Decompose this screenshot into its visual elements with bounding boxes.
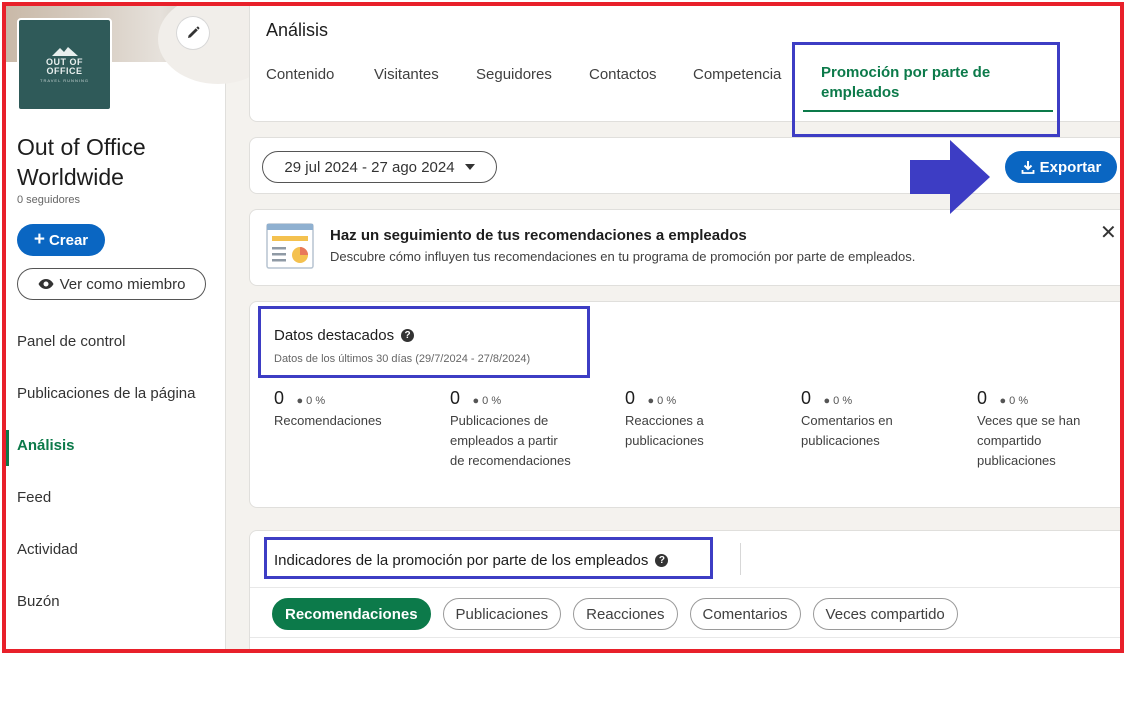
tab-employee-advocacy[interactable]: Promoción por parte de empleados xyxy=(821,63,1021,103)
pill-recommendations[interactable]: Recomendaciones xyxy=(272,598,431,630)
close-icon[interactable]: ✕ xyxy=(1100,223,1117,243)
help-icon[interactable]: ? xyxy=(655,554,669,567)
active-nav-indicator xyxy=(6,430,9,466)
sidebar-item-feed[interactable]: Feed xyxy=(17,489,51,506)
page: OUT OF OFFICE TRAVEL RUNNING Out of Offi… xyxy=(6,6,1120,649)
tab-content[interactable]: Contenido xyxy=(266,66,334,83)
pencil-icon xyxy=(188,26,200,38)
tab-competition[interactable]: Competencia xyxy=(693,66,781,83)
divider xyxy=(740,543,741,575)
pill-shares[interactable]: Veces compartido xyxy=(812,598,958,630)
eye-icon xyxy=(38,279,54,289)
sidebar: OUT OF OFFICE TRAVEL RUNNING Out of Offi… xyxy=(6,6,278,649)
active-tab-underline xyxy=(803,110,1053,112)
pill-reactions[interactable]: Reacciones xyxy=(573,598,678,630)
company-name: Out of Office Worldwide xyxy=(17,134,146,190)
metric-employee-posts: 0 ● 0 % Publicaciones de empleados a par… xyxy=(450,388,571,468)
help-icon[interactable]: ? xyxy=(401,329,415,342)
banner-description: Descubre cómo influyen tus recomendacion… xyxy=(330,249,916,264)
analytics-header: Análisis Contenido Visitantes Seguidores… xyxy=(249,6,1120,122)
divider xyxy=(250,637,1120,638)
view-as-member-button[interactable]: Ver como miembro xyxy=(17,268,206,300)
export-button[interactable]: Exportar xyxy=(1005,151,1117,183)
sidebar-item-dashboard[interactable]: Panel de control xyxy=(17,333,125,350)
followers-count: 0 seguidores xyxy=(17,194,80,206)
sidebar-item-analytics[interactable]: Análisis xyxy=(17,437,75,454)
highlights-card: Datos destacados ? Datos de los últimos … xyxy=(249,301,1120,508)
divider xyxy=(250,587,1120,588)
highlights-subtitle: Datos de los últimos 30 días (29/7/2024 … xyxy=(274,353,531,365)
tab-followers[interactable]: Seguidores xyxy=(476,66,552,83)
metric-recommendations: 0 ● 0 % Recomendaciones xyxy=(274,388,382,428)
plus-icon: + xyxy=(33,229,45,250)
analytics-illustration-icon xyxy=(266,223,314,269)
sidebar-item-activity[interactable]: Actividad xyxy=(17,541,78,558)
edit-page-button[interactable] xyxy=(177,17,209,49)
company-logo: OUT OF OFFICE TRAVEL RUNNING xyxy=(17,18,112,111)
tab-contacts[interactable]: Contactos xyxy=(589,66,657,83)
indicators-title: Indicadores de la promoción por parte de… xyxy=(274,552,669,569)
metric-comments: 0 ● 0 % Comentarios en publicaciones xyxy=(801,388,893,448)
advocacy-indicators-card: Indicadores de la promoción por parte de… xyxy=(249,530,1120,649)
page-title: Análisis xyxy=(266,20,329,40)
banner-title: Haz un seguimiento de tus recomendacione… xyxy=(330,227,747,244)
annotation-arrow-icon xyxy=(910,140,990,214)
date-range-dropdown[interactable]: 29 jul 2024 - 27 ago 2024 xyxy=(262,151,497,183)
highlights-title: Datos destacados ? xyxy=(274,327,415,344)
recommendations-banner: Haz un seguimiento de tus recomendacione… xyxy=(249,209,1120,286)
metric-shares: 0 ● 0 % Veces que se han compartido publ… xyxy=(977,388,1081,468)
pill-posts[interactable]: Publicaciones xyxy=(442,598,562,630)
mountain-icon xyxy=(51,47,78,56)
sidebar-item-inbox[interactable]: Buzón xyxy=(17,593,60,610)
pill-comments[interactable]: Comentarios xyxy=(689,598,801,630)
metric-filter-pills: Recomendaciones Publicaciones Reacciones… xyxy=(272,598,958,630)
metric-reactions: 0 ● 0 % Reacciones a publicaciones xyxy=(625,388,704,448)
caret-down-icon xyxy=(464,164,475,170)
download-icon xyxy=(1021,161,1035,174)
create-button[interactable]: + Crear xyxy=(17,224,105,256)
sidebar-item-page-posts[interactable]: Publicaciones de la página xyxy=(17,385,195,402)
tab-visitors[interactable]: Visitantes xyxy=(374,66,439,83)
